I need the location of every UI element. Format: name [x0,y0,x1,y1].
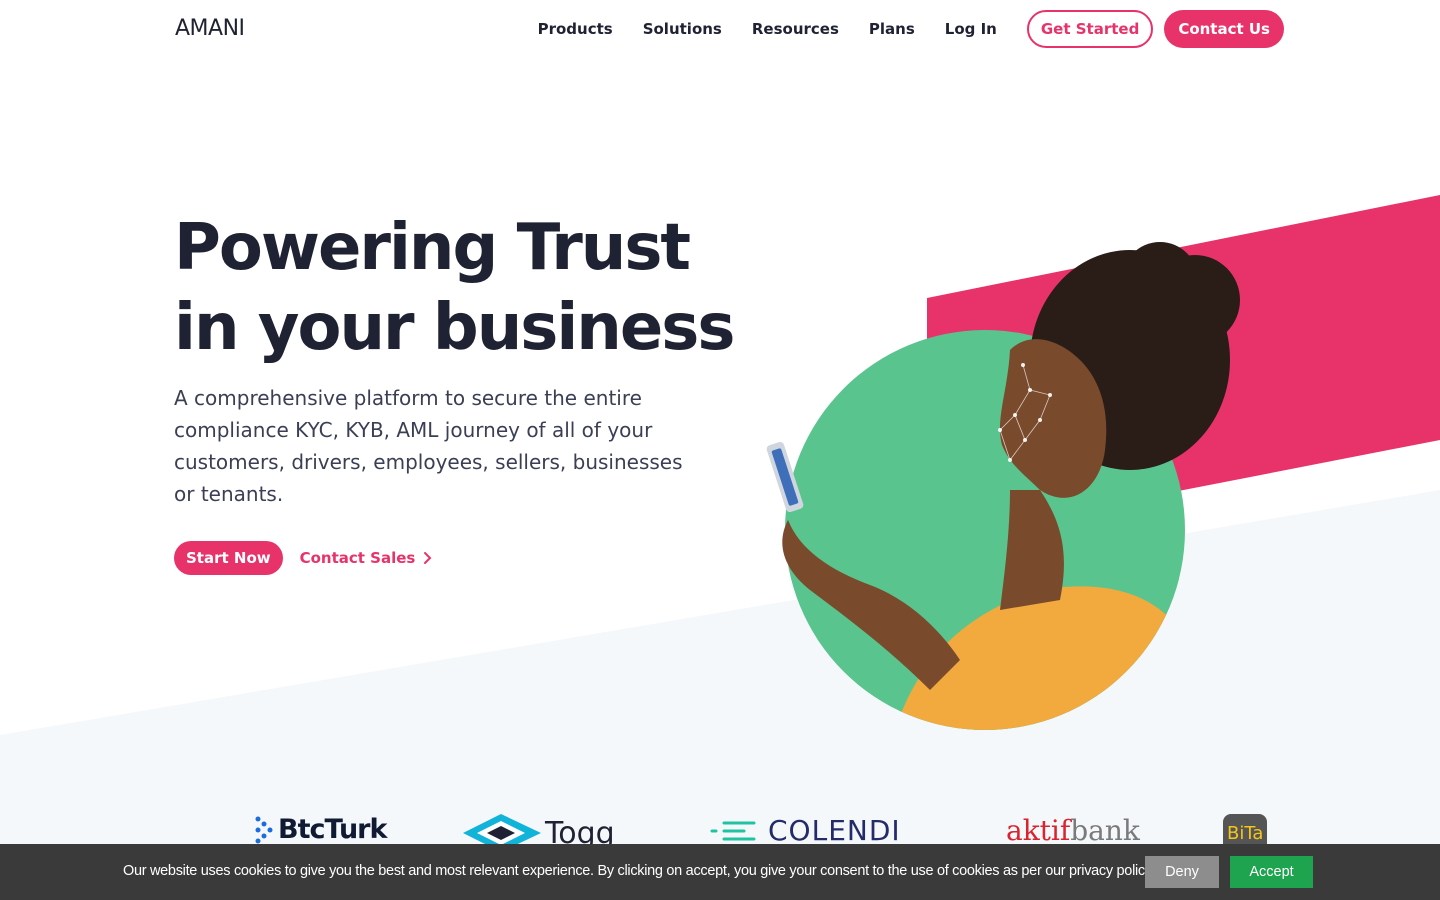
hero-cta-group: Start Now Contact Sales [174,541,432,575]
cookie-banner: Our website uses cookies to give you the… [0,844,1440,900]
aktifbank-text-part1: aktif [1006,814,1071,847]
aktifbank-text-part2: bank [1070,814,1140,847]
nav-products[interactable]: Products [538,20,613,38]
hero-illustration [766,195,1440,730]
site-header: AMANI Products Solutions Resources Plans… [0,0,1440,58]
cookie-message: Our website uses cookies to give you the… [123,863,1155,879]
chevron-right-icon [424,552,432,564]
hero-title-line-2: in your business [174,291,735,365]
colendi-mark-icon [710,821,756,840]
main-nav: Products Solutions Resources Plans Log I… [538,0,1284,58]
nav-resources[interactable]: Resources [752,20,839,38]
amani-logo[interactable]: AMANI [175,16,245,41]
start-now-button[interactable]: Start Now [174,541,283,575]
hero-title: Powering Trust in your business [174,208,735,368]
btcturk-logo: BtcTurk [254,814,387,845]
colendi-text: COLENDI [768,814,901,847]
contact-sales-link[interactable]: Contact Sales [300,549,433,567]
cookie-deny-button[interactable]: Deny [1145,856,1219,888]
cookie-accept-button[interactable]: Accept [1230,856,1313,888]
contact-us-button[interactable]: Contact Us [1164,10,1284,48]
hero-description: A comprehensive platform to secure the e… [174,386,683,506]
nav-log-in[interactable]: Log In [945,20,997,38]
hero-section: Powering Trust in your business A compre… [174,208,735,510]
contact-sales-label: Contact Sales [299,549,416,567]
nav-plans[interactable]: Plans [869,20,915,38]
hero-title-line-1: Powering Trust [174,211,691,285]
colendi-logo: COLENDI [710,814,901,847]
btcturk-mark-icon [255,816,273,843]
aktifbank-logo: aktif bank [1006,814,1140,847]
get-started-button[interactable]: Get Started [1026,10,1154,48]
nav-solutions[interactable]: Solutions [643,20,722,38]
btcturk-text: BtcTurk [278,814,387,845]
